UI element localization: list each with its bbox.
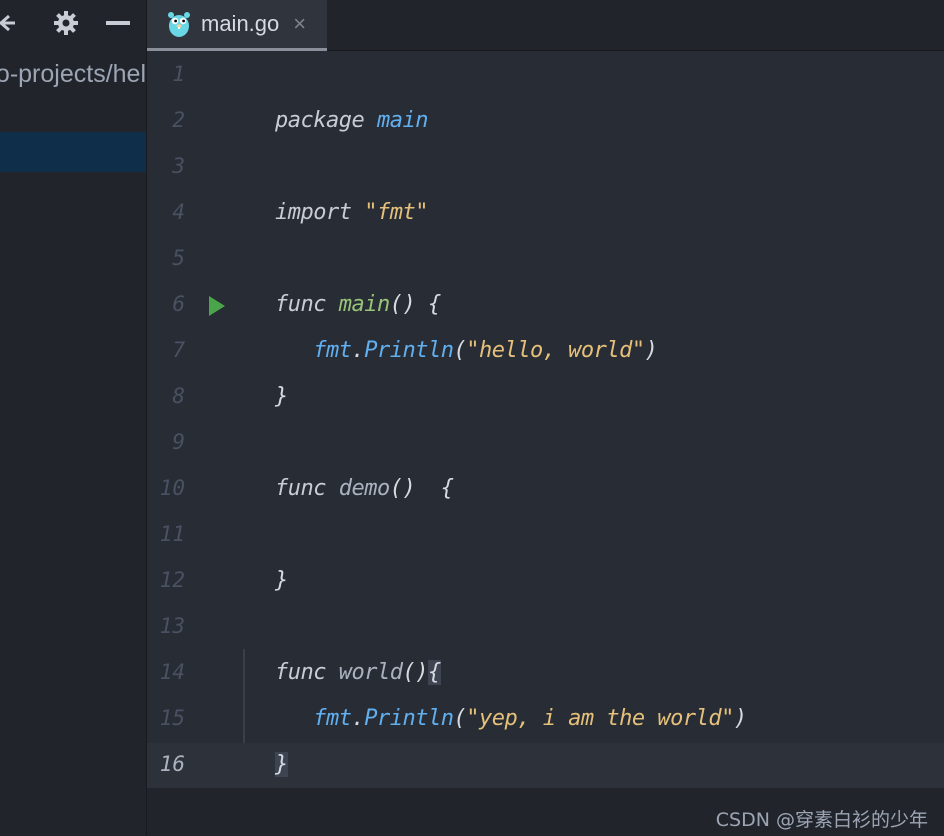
code-line[interactable]: 4 import "fmt" [147,191,944,237]
selected-tree-row[interactable] [0,132,146,172]
code-line[interactable]: 1 [147,53,944,99]
function-name: demo [338,476,390,501]
keyword: func [275,476,326,501]
line-number: 3 [172,154,185,178]
code-line[interactable]: 7 fmt.Println("hello, world") [147,329,944,375]
punctuation: ( [453,338,467,363]
line-number: 16 [159,752,185,776]
code-text: func main() { [275,292,441,317]
string-literal: "fmt" [364,200,428,225]
punctuation: () { [389,476,454,501]
code-line[interactable]: 13 [147,605,944,651]
punctuation: ( [453,706,467,731]
package-ref: fmt [313,706,352,731]
project-sidebar: o-projects/hel [0,0,147,836]
code-line[interactable]: 6 func main() { [147,283,944,329]
keyword: func [275,292,326,317]
punctuation: } [275,384,288,409]
line-number: 11 [159,522,185,546]
punctuation: ) [733,706,747,731]
line-number: 8 [172,384,185,408]
line-number: 14 [159,660,185,684]
code-text: func world(){ [275,660,441,685]
punctuation: . [351,338,365,363]
function-name: world [338,660,403,685]
line-number: 15 [159,706,185,730]
code-text: fmt.Println("yep, i am the world") [275,706,747,731]
string-literal: "yep, i am the world" [466,706,734,731]
line-number: 7 [172,338,185,362]
line-number: 1 [172,62,185,86]
code-line[interactable]: 9 [147,421,944,467]
project-path-label: o-projects/hel [0,60,146,88]
code-line[interactable]: 12 } [147,559,944,605]
code-text: func demo() { [275,476,454,501]
tab-main-go[interactable]: main.go × [147,0,327,51]
code-text: } [275,752,288,777]
keyword: func [275,660,326,685]
function-call: Println [364,706,454,731]
code-text: import "fmt" [275,200,428,225]
package-ref: fmt [313,338,352,363]
gopher-icon [167,10,191,38]
code-line[interactable]: 5 [147,237,944,283]
project-path[interactable]: o-projects/hel [0,58,146,90]
function-name: main [338,292,390,317]
minimize-icon[interactable] [104,8,132,38]
punctuation: () [402,660,428,685]
punctuation: . [351,706,365,731]
code-line[interactable]: 3 [147,145,944,191]
code-text: fmt.Println("hello, world") [275,338,658,363]
line-number: 5 [172,246,185,270]
function-call: Println [364,338,454,363]
run-gutter-icon[interactable] [209,296,225,316]
line-number: 10 [159,476,185,500]
sidebar-toolbar [0,0,146,46]
line-number: 2 [172,108,185,132]
code-line[interactable]: 2 package main [147,99,944,145]
gear-icon[interactable] [51,8,81,38]
code-line[interactable]: 14 func world(){ [147,651,944,697]
string-literal: "hello, world" [466,338,645,363]
matched-brace: { [427,660,441,685]
code-line[interactable]: 11 [147,513,944,559]
matched-brace: } [275,752,288,777]
code-text: } [275,384,288,409]
tab-title: main.go [201,11,280,36]
code-line[interactable]: 15 fmt.Println("yep, i am the world") [147,697,944,743]
watermark: CSDN @穿素白衫的少年 [715,809,928,831]
package-name: main [376,108,428,133]
line-number: 12 [159,568,185,592]
code-line[interactable]: 10 func demo() { [147,467,944,513]
line-number: 6 [172,292,185,316]
code-text: } [275,568,288,593]
code-editor[interactable]: 1 2 package main 3 4 import "fmt" 5 6 fu… [147,51,944,836]
punctuation: () { [389,292,441,317]
keyword: package [275,108,365,133]
collapse-icon[interactable] [0,8,18,38]
line-number: 13 [159,614,185,638]
punctuation: } [275,568,288,593]
close-tab-icon[interactable]: × [293,13,306,35]
code-line[interactable]: 8 } [147,375,944,421]
editor-tab-bar: main.go × [147,0,944,51]
current-code-line[interactable]: 16 } [147,743,944,789]
line-number: 9 [172,430,185,454]
code-text: package main [275,108,428,133]
punctuation: ) [644,338,658,363]
keyword: import [275,200,352,225]
line-number: 4 [172,200,185,224]
